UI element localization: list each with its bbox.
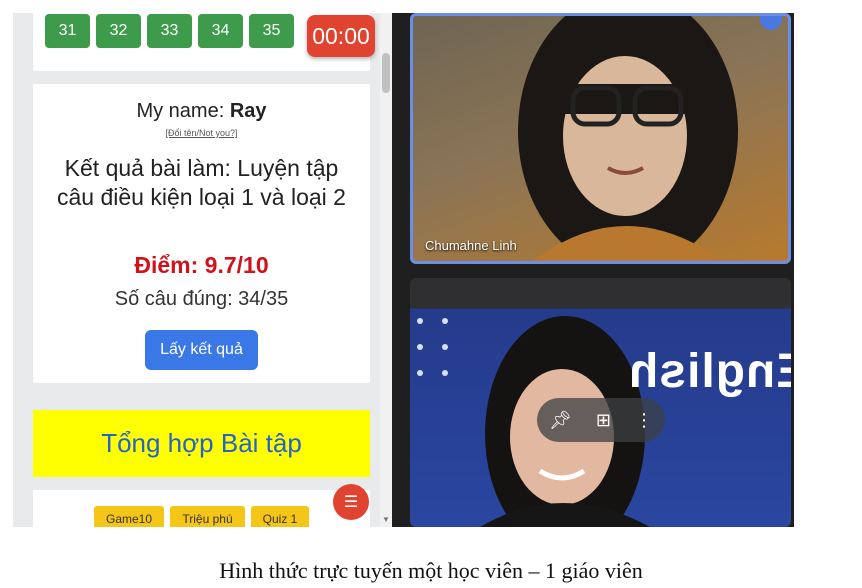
scroll-thumb[interactable] — [382, 53, 390, 93]
scroll-down-icon[interactable]: ▼ — [382, 515, 390, 524]
add-to-screen-icon[interactable]: ⊞ — [596, 410, 611, 431]
timer: 00:00 — [307, 15, 375, 57]
game-button[interactable]: Triệu phú — [170, 506, 245, 527]
question-33-button[interactable]: 33 — [147, 14, 192, 48]
list-icon[interactable]: ☰ — [333, 484, 369, 520]
more-options-icon[interactable]: ⋮ — [635, 410, 653, 431]
my-name: My name: Ray — [33, 100, 370, 123]
background-text: English — [628, 345, 791, 398]
tile-controls: 📌︎ ⊞ ⋮ — [537, 398, 665, 442]
game-button[interactable]: Quiz 1 — [251, 506, 309, 527]
question-32-button[interactable]: 32 — [96, 14, 141, 48]
name-label: My name: — [136, 100, 230, 122]
question-34-button[interactable]: 34 — [198, 14, 243, 48]
games-card: Game10 Triệu phú Quiz 1 — [33, 490, 370, 527]
get-result-button[interactable]: Lấy kết quả — [145, 330, 258, 370]
question-35-button[interactable]: 35 — [249, 14, 294, 48]
game-button[interactable]: Game10 — [94, 506, 164, 527]
result-heading: Kết quả bài làm: Luyện tập câu điều kiện… — [57, 155, 346, 210]
scrollbar[interactable]: ▼ — [380, 13, 392, 527]
question-31-button[interactable]: 31 — [45, 14, 90, 48]
participant-name-tag: Chumahne Linh — [425, 238, 517, 253]
video-tile-participant-2[interactable]: English 📌︎ ⊞ ⋮ — [410, 278, 791, 527]
video-tile-participant-1[interactable]: Chumahne Linh — [410, 13, 791, 264]
change-name-link[interactable]: [Đổi tên/Not you?] — [33, 128, 370, 138]
summary-banner[interactable]: Tổng hợp Bài tập — [33, 410, 370, 477]
quiz-panel: 31 32 33 34 35 00:00 My name: Ray [Đổi t… — [13, 13, 380, 527]
figure-caption: Hình thức trực tuyến một học viên – 1 gi… — [219, 558, 643, 583]
pin-icon[interactable]: 📌︎ — [549, 410, 572, 431]
name-value: Ray — [229, 100, 267, 122]
screenshot: 31 32 33 34 35 00:00 My name: Ray [Đổi t… — [13, 13, 794, 527]
correct-count: Số câu đúng: 34/35 — [114, 288, 289, 310]
participant-1-video — [518, 16, 738, 261]
score: Điểm: 9.7/10 — [134, 252, 269, 278]
result-card: My name: Ray [Đổi tên/Not you?] Kết quả … — [33, 84, 370, 383]
question-numbers-card: 31 32 33 34 35 00:00 — [33, 13, 375, 71]
